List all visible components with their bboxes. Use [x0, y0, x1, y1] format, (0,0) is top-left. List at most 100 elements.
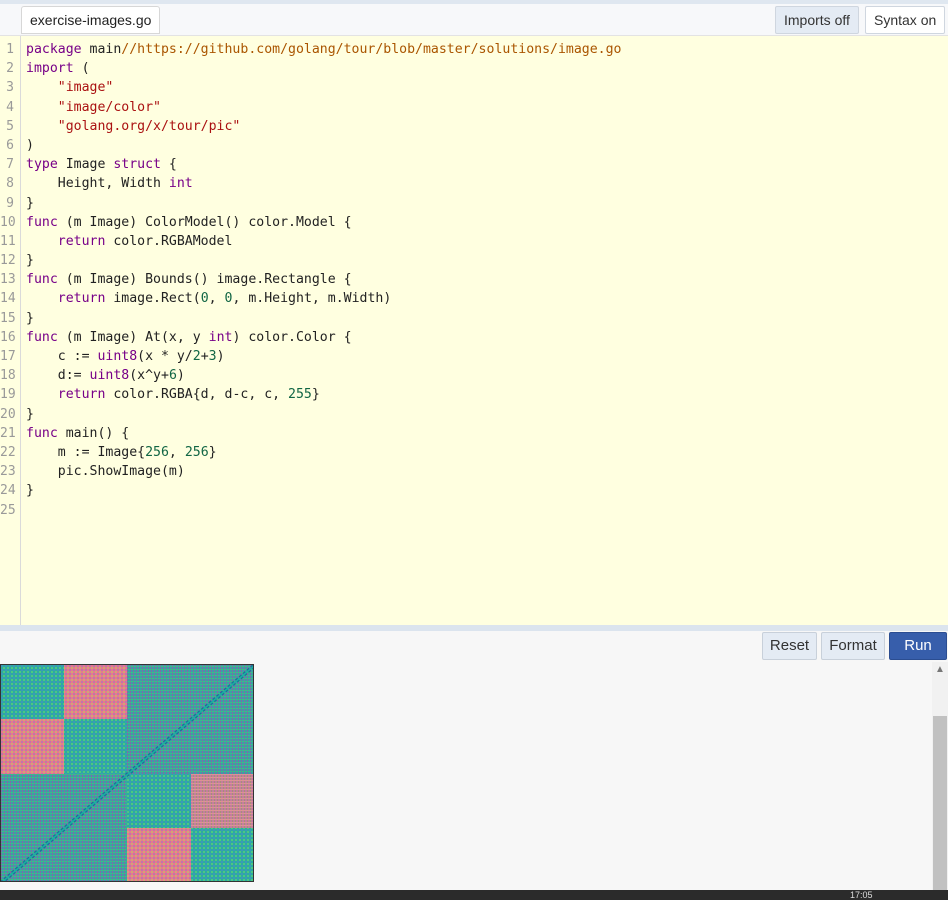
code-text[interactable]: "golang.org/x/tour/pic": [26, 117, 241, 136]
code-line[interactable]: 4 "image/color": [0, 98, 948, 117]
code-line[interactable]: 12}: [0, 251, 948, 270]
output-scrollbar[interactable]: ▲: [932, 662, 948, 890]
format-button[interactable]: Format: [821, 632, 885, 660]
line-number: 9: [6, 195, 14, 211]
syntax-toggle-button[interactable]: Syntax on: [865, 6, 946, 34]
code-line[interactable]: 21 func main() {: [0, 424, 948, 443]
code-line[interactable]: 11 return color.RGBAModel: [0, 232, 948, 251]
code-line[interactable]: 22 m := Image{256, 256}: [0, 443, 948, 462]
code-text[interactable]: m := Image{256, 256}: [26, 443, 217, 462]
code-line[interactable]: 23 pic.ShowImage(m): [0, 462, 948, 481]
code-text[interactable]: }: [26, 405, 34, 424]
code-token: color.RGBA{d, d-c, c,: [105, 387, 289, 403]
line-number: 3: [6, 80, 14, 96]
code-line[interactable]: 13 func (m Image) Bounds() image.Rectangl…: [0, 270, 948, 289]
reset-button[interactable]: Reset: [762, 632, 817, 660]
code-token: 255: [288, 387, 312, 403]
code-text[interactable]: package main//https://github.com/golang/…: [26, 40, 621, 59]
line-number: 2: [6, 61, 14, 77]
code-token: d:=: [26, 368, 90, 384]
code-line[interactable]: 25: [0, 501, 948, 520]
code-text[interactable]: func main() {: [26, 424, 129, 443]
code-text[interactable]: }: [26, 309, 34, 328]
line-number: 1: [6, 42, 14, 57]
file-tab[interactable]: exercise-images.go: [21, 6, 161, 34]
code-text[interactable]: func (m Image) Bounds() image.Rectangle …: [26, 270, 352, 289]
code-text[interactable]: return color.RGBA{d, d-c, c, 255}: [26, 385, 320, 404]
output-image: [0, 664, 254, 882]
code-token: m := Image{: [26, 444, 146, 460]
code-text[interactable]: d:= uint8(x^y+6): [26, 366, 185, 385]
code-text[interactable]: pic.ShowImage(m): [26, 462, 185, 481]
pattern-image: [1, 665, 253, 881]
code-line[interactable]: 24}: [0, 481, 948, 500]
code-text[interactable]: func (m Image) ColorModel() color.Model …: [26, 213, 352, 232]
code-line[interactable]: 19 return color.RGBA{d, d-c, c, 255}: [0, 385, 948, 404]
code-text[interactable]: }: [26, 194, 34, 213]
code-token: (m Image) At(x, y: [57, 329, 209, 345]
line-number: 19: [0, 387, 16, 403]
taskbar: 17:05: [0, 890, 948, 900]
code-line[interactable]: 20}: [0, 405, 948, 424]
code-token: func: [26, 272, 58, 288]
code-token: "golang.org/x/tour/pic": [57, 118, 241, 134]
imports-toggle-button[interactable]: Imports off: [775, 6, 859, 34]
code-token: func: [26, 329, 58, 345]
code-text[interactable]: func (m Image) At(x, y int) color.Color …: [26, 328, 352, 347]
code-line[interactable]: 15}: [0, 309, 948, 328]
code-text[interactable]: ): [26, 136, 34, 155]
code-text[interactable]: "image": [26, 78, 114, 97]
code-token: "image/color": [57, 99, 161, 115]
code-line[interactable]: 17 c := uint8(x * y/2+3): [0, 347, 948, 366]
code-text[interactable]: return image.Rect(0, 0, m.Height, m.Widt…: [26, 289, 392, 308]
code-text[interactable]: "image/color": [26, 98, 161, 117]
code-token: (m Image) ColorModel() color.Model {: [57, 214, 352, 230]
code-line[interactable]: 9}: [0, 194, 948, 213]
code-token: 3: [208, 349, 217, 364]
code-line[interactable]: 16 func (m Image) At(x, y int) color.Colo…: [0, 328, 948, 347]
line-number: 12: [0, 253, 16, 269]
code-text[interactable]: type Image struct {: [26, 155, 177, 174]
code-line[interactable]: 1 package main//https://github.com/golang…: [0, 40, 948, 59]
code-text[interactable]: import (: [26, 59, 90, 78]
code-line[interactable]: 6): [0, 136, 948, 155]
line-number: 14: [0, 291, 16, 307]
code-token: +: [200, 349, 209, 364]
code-token: type: [26, 157, 58, 173]
code-editor[interactable]: 1 package main//https://github.com/golang…: [0, 36, 948, 625]
line-number: 8: [6, 176, 14, 192]
code-token: return: [57, 291, 106, 307]
code-text[interactable]: }: [26, 251, 34, 270]
code-token: ): [176, 368, 185, 384]
code-token: ): [26, 137, 34, 153]
code-token: }: [208, 444, 217, 460]
scroll-thumb[interactable]: [933, 716, 947, 890]
code-text[interactable]: }: [26, 481, 34, 500]
code-text[interactable]: c := uint8(x * y/2+3): [26, 347, 225, 366]
code-token: ,: [168, 444, 185, 460]
line-number: 4: [6, 99, 14, 115]
code-token: func: [26, 214, 58, 230]
code-token: uint8: [89, 368, 130, 384]
code-line[interactable]: 8 Height, Width int: [0, 174, 948, 193]
code-text[interactable]: return color.RGBAModel: [26, 232, 233, 251]
run-button[interactable]: Run: [889, 632, 947, 660]
code-token: }: [26, 310, 34, 326]
code-line[interactable]: 18 d:= uint8(x^y+6): [0, 366, 948, 385]
code-line[interactable]: 3 "image": [0, 78, 948, 97]
line-number: 20: [0, 406, 16, 422]
code-token: }: [311, 387, 320, 403]
code-token: package: [26, 42, 82, 57]
code-token: main: [81, 42, 122, 57]
code-line[interactable]: 14 return image.Rect(0, 0, m.Height, m.W…: [0, 289, 948, 308]
code-text[interactable]: Height, Width int: [26, 174, 193, 193]
code-line[interactable]: 5 "golang.org/x/tour/pic": [0, 117, 948, 136]
code-line[interactable]: 10 func (m Image) ColorModel() color.Mode…: [0, 213, 948, 232]
scroll-up-icon[interactable]: ▲: [932, 662, 948, 678]
code-line[interactable]: 7 type Image struct {: [0, 155, 948, 174]
code-lines[interactable]: 1 package main//https://github.com/golang…: [0, 40, 948, 520]
code-token: }: [26, 253, 34, 269]
code-token: "image": [57, 80, 114, 96]
code-line[interactable]: 2 import (: [0, 59, 948, 78]
